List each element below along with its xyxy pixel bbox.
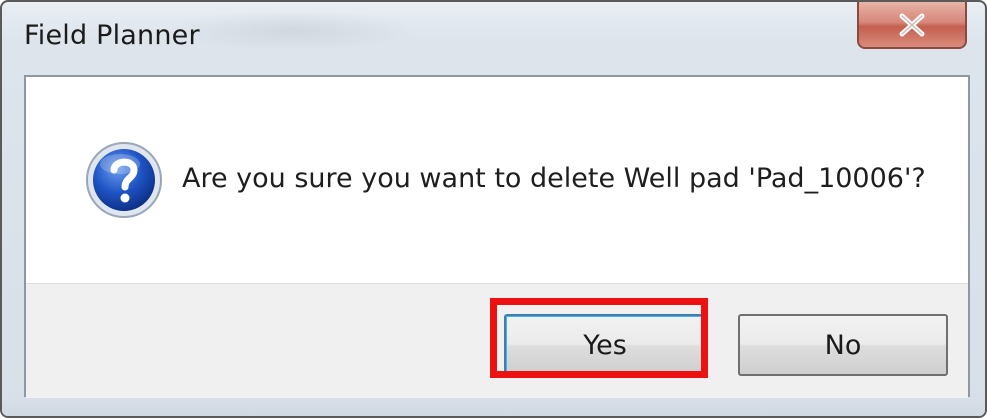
- close-button[interactable]: [857, 2, 967, 49]
- message-area: Are you sure you want to delete Well pad…: [26, 77, 968, 283]
- no-button-label: No: [824, 329, 862, 361]
- close-icon: [899, 13, 925, 36]
- no-button[interactable]: No: [738, 314, 948, 376]
- window-title: Field Planner: [24, 20, 200, 51]
- title-bar[interactable]: Field Planner: [2, 2, 985, 74]
- yes-button-highlight-box: [490, 298, 708, 378]
- question-icon: [86, 142, 162, 218]
- title-bar-background: [162, 10, 422, 50]
- window-bottom-border: [2, 398, 985, 416]
- confirmation-message: Are you sure you want to delete Well pad…: [182, 163, 926, 194]
